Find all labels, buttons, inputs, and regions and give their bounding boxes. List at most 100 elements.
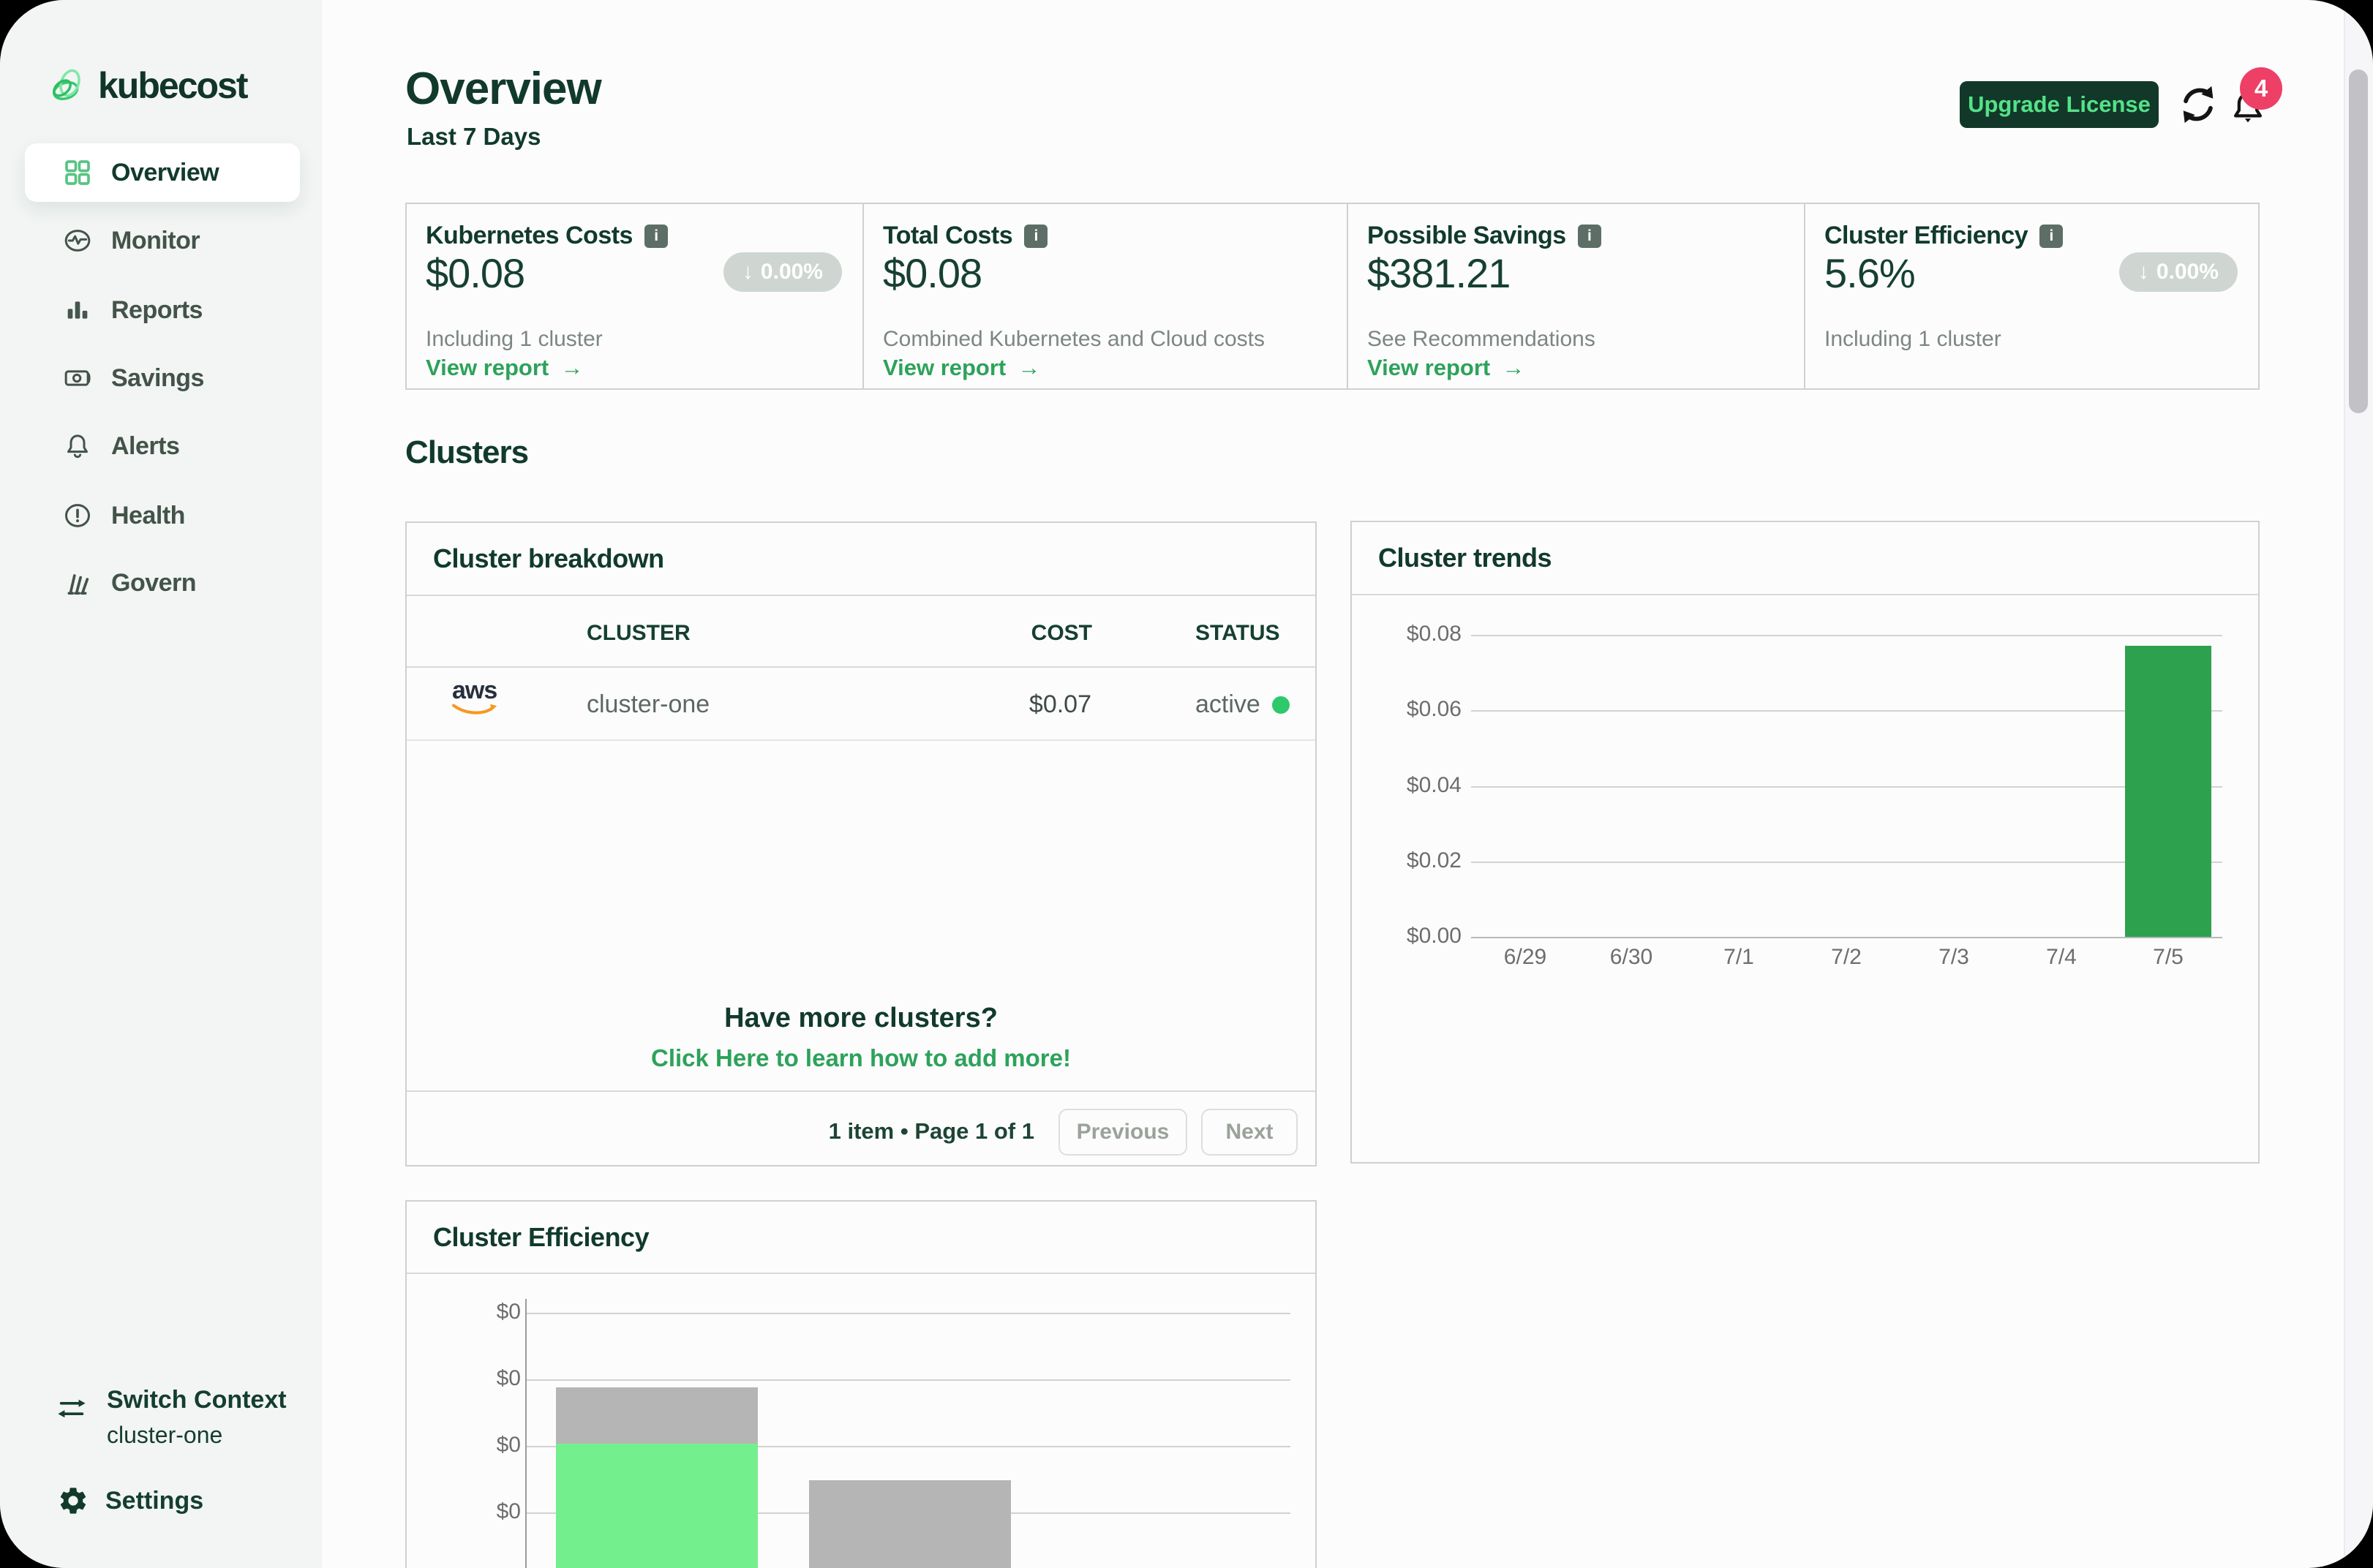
efficiency-y-tick: $0 — [407, 1366, 521, 1391]
cluster-efficiency-card: Cluster Efficiency $0 $0 $0 $0 — [405, 1200, 1317, 1568]
more-clusters-title: Have more clusters? — [407, 1003, 1315, 1034]
trends-gridline — [1471, 635, 2222, 636]
sidebar-item-label: Overview — [111, 159, 219, 187]
sidebar-item-govern[interactable]: Govern — [25, 554, 300, 612]
sidebar-item-savings[interactable]: Savings — [25, 349, 300, 407]
table-header-row: CLUSTER COST STATUS — [407, 596, 1315, 668]
sidebar-item-reports[interactable]: Reports — [25, 281, 300, 339]
bell-icon — [63, 431, 92, 461]
trends-y-tick: $0.06 — [1352, 697, 1462, 722]
previous-page-button[interactable]: Previous — [1058, 1109, 1187, 1156]
trends-x-tick: 6/29 — [1474, 945, 1576, 970]
table-row[interactable]: aws cluster-one $0.07 active — [407, 668, 1315, 741]
cluster-trends-title: Cluster trends — [1352, 522, 2258, 595]
efficiency-bar-1-idle — [809, 1480, 1011, 1568]
column-header-cost: COST — [1031, 621, 1092, 646]
info-icon[interactable]: i — [1024, 225, 1048, 248]
scrollbar-thumb[interactable] — [2349, 69, 2368, 413]
sidebar-item-label: Monitor — [111, 227, 200, 255]
stat-title: Cluster Efficiency — [1824, 222, 2028, 250]
stat-note: See Recommendations — [1367, 327, 1595, 352]
kubecost-logo-icon — [47, 65, 88, 106]
trends-y-tick: $0.04 — [1352, 773, 1462, 798]
view-report-link[interactable]: View report→ — [1367, 355, 1524, 381]
stat-value: 5.6% — [1824, 249, 1915, 297]
sidebar-item-label: Govern — [111, 569, 196, 598]
info-icon[interactable]: i — [1578, 225, 1601, 248]
cluster-efficiency-title: Cluster Efficiency — [407, 1202, 1315, 1274]
cluster-efficiency-chart: $0 $0 $0 $0 — [407, 1274, 1315, 1568]
sidebar-item-label: Alerts — [111, 432, 179, 461]
govern-icon — [63, 568, 92, 598]
pagination-bar: 1 item • Page 1 of 1 Previous Next — [407, 1090, 1315, 1165]
stat-title: Total Costs — [883, 222, 1012, 250]
stat-card-cluster-efficiency: Cluster Efficiency i 5.6% ↓0.00% Includi… — [1804, 204, 2258, 388]
efficiency-gridline — [527, 1379, 1290, 1381]
cluster-trends-card: Cluster trends $0.08$0.06$0.04$0.02$0.00… — [1350, 521, 2260, 1164]
cluster-trends-chart: $0.08$0.06$0.04$0.02$0.006/296/307/17/27… — [1352, 595, 2258, 1162]
cluster-breakdown-title: Cluster breakdown — [407, 523, 1315, 596]
next-page-button[interactable]: Next — [1201, 1109, 1298, 1156]
stat-value: $0.08 — [426, 249, 524, 297]
trends-x-tick: 6/30 — [1580, 945, 1682, 970]
view-report-link[interactable]: View report→ — [426, 355, 583, 381]
alert-circle-icon — [63, 501, 92, 530]
efficiency-y-tick: $0 — [407, 1433, 521, 1458]
stat-value: $0.08 — [883, 249, 982, 297]
settings-link[interactable]: Settings — [57, 1485, 203, 1517]
efficiency-gridline — [527, 1313, 1290, 1314]
sidebar-item-label: Savings — [111, 364, 204, 393]
stat-card-possible-savings: Possible Savings i $381.21 See Recommend… — [1347, 204, 1804, 388]
page-title: Overview — [405, 63, 601, 115]
refresh-icon[interactable] — [2177, 83, 2219, 126]
notification-count-badge: 4 — [2240, 67, 2282, 110]
stat-cards-row: Kubernetes Costs i $0.08 ↓0.00% Includin… — [405, 203, 2260, 390]
efficiency-bar-0-idle — [556, 1387, 758, 1444]
trends-x-tick: 7/4 — [2010, 945, 2113, 970]
status-active-dot — [1272, 696, 1290, 714]
cluster-breakdown-card: Cluster breakdown CLUSTER COST STATUS aw… — [405, 521, 1317, 1166]
column-header-cluster: CLUSTER — [587, 621, 691, 646]
arrow-down-icon: ↓ — [2138, 260, 2149, 284]
add-clusters-link[interactable]: Click Here to learn how to add more! — [407, 1044, 1315, 1072]
switch-context-label: Switch Context — [107, 1386, 287, 1414]
pagination-summary: 1 item • Page 1 of 1 — [829, 1118, 1034, 1145]
sidebar: kubecost Overview Monitor — [0, 0, 322, 1568]
info-icon[interactable]: i — [644, 225, 668, 248]
sidebar-item-monitor[interactable]: Monitor — [25, 211, 300, 270]
switch-arrows-icon — [54, 1396, 89, 1421]
efficiency-y-tick: $0 — [407, 1300, 521, 1324]
gear-icon — [57, 1485, 89, 1517]
stat-value: $381.21 — [1367, 249, 1510, 297]
trends-y-tick: $0.02 — [1352, 848, 1462, 873]
sidebar-item-health[interactable]: Health — [25, 486, 300, 545]
scrollbar-track — [2344, 0, 2373, 1568]
info-icon[interactable]: i — [2039, 225, 2063, 248]
upgrade-license-button[interactable]: Upgrade License — [1960, 81, 2159, 128]
stat-note: Including 1 cluster — [426, 327, 603, 352]
efficiency-y-axis — [525, 1299, 527, 1568]
change-badge: ↓0.00% — [723, 252, 842, 292]
trends-x-tick: 7/2 — [1795, 945, 1898, 970]
efficiency-y-tick: $0 — [407, 1499, 521, 1524]
settings-label: Settings — [105, 1487, 203, 1515]
switch-context-value: cluster-one — [107, 1422, 287, 1449]
view-report-link[interactable]: View report→ — [883, 355, 1040, 381]
change-badge: ↓0.00% — [2119, 252, 2238, 292]
brand-name: kubecost — [98, 64, 247, 107]
sidebar-item-label: Health — [111, 502, 185, 530]
date-range: Last 7 Days — [407, 123, 541, 151]
arrow-right-icon: → — [1018, 355, 1040, 381]
arrow-right-icon: → — [1502, 355, 1524, 381]
kubecost-logo[interactable]: kubecost — [47, 64, 247, 107]
trends-gridline — [1471, 937, 2222, 938]
trends-y-tick: $0.00 — [1352, 924, 1462, 949]
switch-context[interactable]: Switch Context cluster-one — [54, 1386, 287, 1449]
trends-gridline — [1471, 786, 2222, 788]
cell-status: active — [1195, 690, 1290, 719]
sidebar-item-alerts[interactable]: Alerts — [25, 417, 300, 475]
cash-icon — [63, 363, 92, 393]
arrow-down-icon: ↓ — [742, 260, 753, 284]
sidebar-item-overview[interactable]: Overview — [25, 143, 300, 202]
trends-x-tick: 7/1 — [1688, 945, 1790, 970]
